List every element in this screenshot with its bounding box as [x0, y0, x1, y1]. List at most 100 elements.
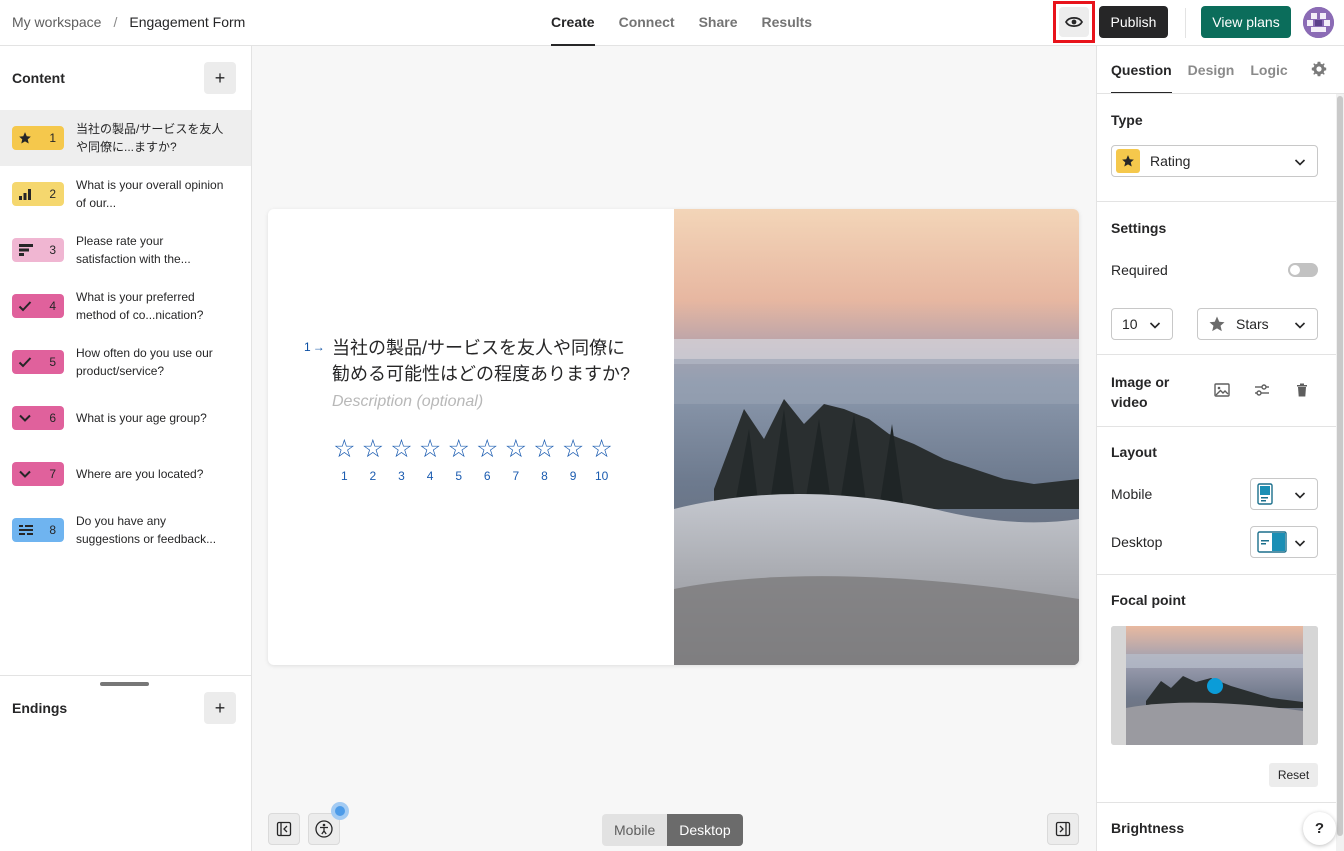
add-question-button[interactable]: +: [204, 62, 236, 94]
divider: [1097, 201, 1344, 202]
mobile-layout-select[interactable]: [1250, 478, 1318, 510]
tab-results[interactable]: Results: [762, 0, 813, 46]
mobile-layout-label: Mobile: [1111, 486, 1153, 502]
question-item-7[interactable]: 7 Where are you located?: [0, 446, 251, 502]
question-number: 1: [49, 131, 56, 145]
star-outline-icon: ☆: [333, 435, 356, 463]
right-panel-scrollbar[interactable]: [1336, 94, 1344, 851]
question-item-6[interactable]: 6 What is your age group?: [0, 390, 251, 446]
divider: [1097, 354, 1344, 355]
question-item-2[interactable]: 2 What is your overall opinion of our...: [0, 166, 251, 222]
star-icon: [19, 132, 31, 144]
layout-desktop-icon: [1257, 531, 1287, 553]
question-item-3[interactable]: 3 Please rate your satisfaction with the…: [0, 222, 251, 278]
rating-star-1[interactable]: ☆ 1: [330, 435, 359, 483]
breadcrumb: My workspace / Engagement Form: [12, 14, 245, 30]
desktop-layout-select[interactable]: [1250, 526, 1318, 558]
view-plans-button[interactable]: View plans: [1201, 6, 1291, 38]
rating-star-6[interactable]: ☆ 6: [473, 435, 502, 483]
question-number: 6: [49, 411, 56, 425]
rating-star-10[interactable]: ☆ 10: [587, 435, 616, 483]
rating-star-3[interactable]: ☆ 3: [387, 435, 416, 483]
rating-label: 4: [426, 469, 434, 483]
device-toggle: Mobile Desktop: [602, 814, 743, 846]
steps-select[interactable]: 10: [1111, 308, 1173, 340]
rating-label: 5: [455, 469, 463, 483]
question-item-5[interactable]: 5 How often do you use our product/servi…: [0, 334, 251, 390]
question-card-title[interactable]: 当社の製品/サービスを友人や同僚に勧める可能性はどの程度ありますか?: [332, 335, 632, 387]
focal-point-preview: [1111, 626, 1318, 745]
tab-logic[interactable]: Logic: [1250, 46, 1287, 94]
desktop-view-button[interactable]: Desktop: [667, 814, 743, 846]
delete-image-button[interactable]: [1290, 378, 1314, 402]
settings-label: Settings: [1111, 220, 1167, 236]
tab-create[interactable]: Create: [551, 0, 595, 46]
resize-handle[interactable]: [100, 682, 149, 686]
star-outline-icon: ☆: [476, 435, 499, 463]
desktop-layout-label: Desktop: [1111, 534, 1163, 550]
long-text-icon: [19, 525, 33, 535]
star-icon: [1116, 149, 1140, 173]
rating-star-5[interactable]: ☆ 5: [444, 435, 473, 483]
image-adjust-button[interactable]: [1250, 378, 1274, 402]
tab-connect[interactable]: Connect: [619, 0, 675, 46]
tab-design[interactable]: Design: [1188, 46, 1235, 94]
rating-star-2[interactable]: ☆ 2: [359, 435, 388, 483]
check-icon: [18, 357, 32, 368]
sidebar-left-icon: [276, 821, 292, 837]
focal-point-picker[interactable]: [1111, 626, 1318, 745]
image-button[interactable]: [1210, 378, 1234, 402]
help-button[interactable]: ?: [1303, 812, 1336, 845]
main-tabs: Create Connect Share Results: [551, 0, 812, 46]
shape-select[interactable]: Stars: [1197, 308, 1318, 340]
rating-star-7[interactable]: ☆ 7: [502, 435, 531, 483]
mobile-view-button[interactable]: Mobile: [602, 814, 668, 846]
question-title: Where are you located?: [76, 467, 204, 481]
rating-star-4[interactable]: ☆ 4: [416, 435, 445, 483]
avatar[interactable]: [1303, 7, 1334, 38]
star-outline-icon: ☆: [590, 435, 613, 463]
breadcrumb-form-name[interactable]: Engagement Form: [129, 14, 245, 30]
required-toggle[interactable]: [1288, 263, 1318, 277]
chevron-down-icon: [1294, 322, 1306, 329]
question-badge: 4: [12, 294, 64, 318]
preview-button[interactable]: [1053, 1, 1095, 43]
question-item-4[interactable]: 4 What is your preferred method of co...…: [0, 278, 251, 334]
tab-question[interactable]: Question: [1111, 46, 1172, 94]
top-bar: My workspace / Engagement Form Create Co…: [0, 0, 1344, 46]
divider: [1097, 93, 1344, 94]
add-ending-button[interactable]: +: [204, 692, 236, 724]
question-number: 5: [49, 355, 56, 369]
reset-focal-point-button[interactable]: Reset: [1269, 763, 1318, 787]
question-title: Do you have any suggestions or feedback.…: [76, 514, 217, 546]
description-placeholder[interactable]: Description (optional): [332, 393, 483, 411]
chevron-down-icon: [19, 414, 31, 422]
question-number: 2: [49, 187, 56, 201]
focal-point-label: Focal point: [1111, 592, 1186, 608]
question-item-8[interactable]: 8 Do you have any suggestions or feedbac…: [0, 502, 251, 558]
layout-mobile-icon: [1257, 483, 1273, 505]
star-outline-icon: ☆: [418, 435, 442, 463]
ranking-icon: [19, 244, 33, 256]
tab-share[interactable]: Share: [699, 0, 738, 46]
settings-tabs: Question Design Logic: [1111, 46, 1288, 94]
type-select[interactable]: Rating: [1111, 145, 1318, 177]
panel-divider: [0, 675, 251, 676]
publish-button[interactable]: Publish: [1099, 6, 1168, 38]
rating-label: 2: [369, 469, 377, 483]
collapse-left-panel-button[interactable]: [268, 813, 300, 845]
question-title: Please rate your satisfaction with the..…: [76, 234, 191, 266]
breadcrumb-workspace[interactable]: My workspace: [12, 14, 101, 30]
accessibility-icon: [315, 820, 333, 838]
chevron-down-icon: [1149, 322, 1161, 329]
question-card: 1 → 当社の製品/サービスを友人や同僚に勧める可能性はどの程度ありますか? De…: [268, 209, 1079, 665]
rating-star-9[interactable]: ☆ 9: [559, 435, 588, 483]
steps-value: 10: [1122, 316, 1138, 332]
rating-star-8[interactable]: ☆ 8: [530, 435, 559, 483]
question-item-1[interactable]: 1 当社の製品/サービスを友人や同僚に...ますか?: [0, 110, 251, 166]
gear-icon[interactable]: [1311, 61, 1327, 77]
rating-label: 1: [340, 469, 348, 483]
collapse-right-panel-button[interactable]: [1047, 813, 1079, 845]
question-number: 3: [49, 243, 56, 257]
question-badge: 5: [12, 350, 64, 374]
